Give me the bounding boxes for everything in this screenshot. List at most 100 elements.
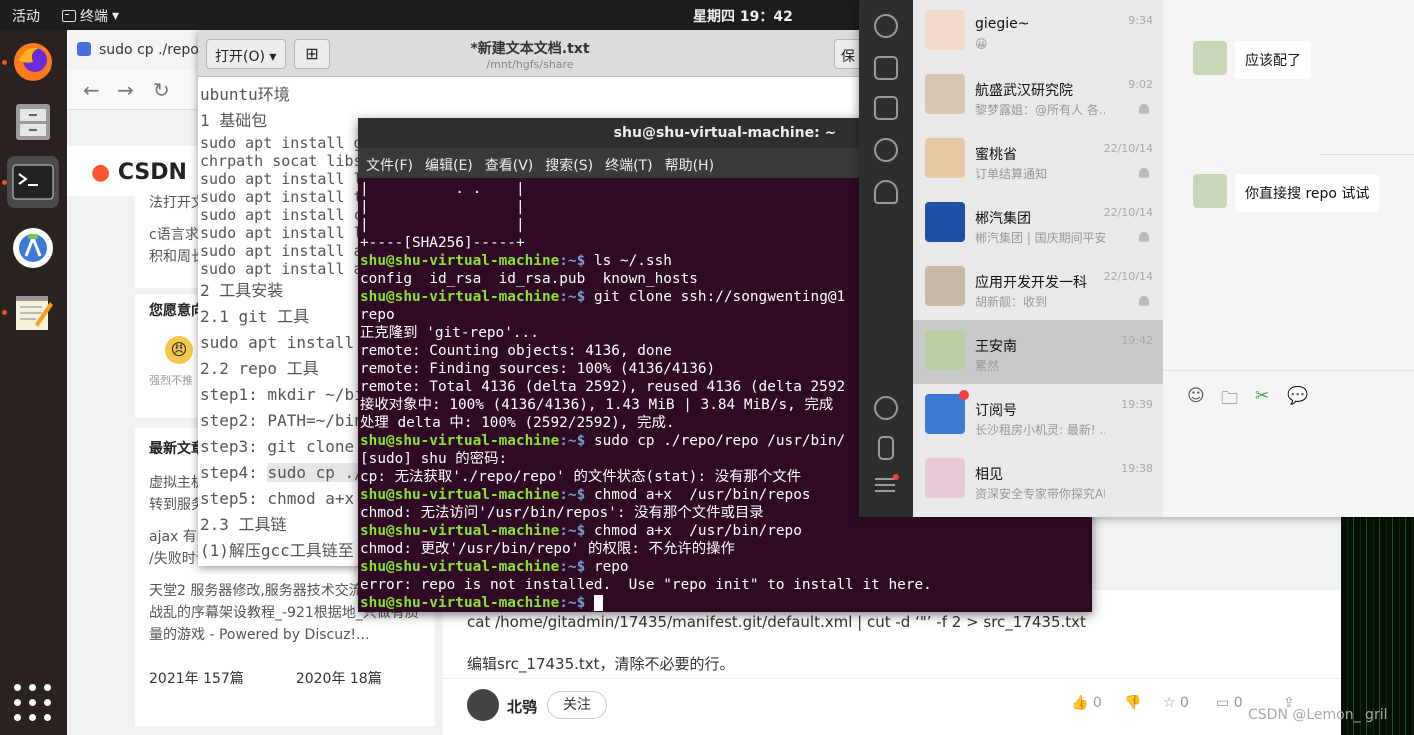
- file-cabinet-icon: [16, 104, 50, 140]
- folder-icon[interactable]: [874, 96, 898, 120]
- scissors-icon[interactable]: ✂: [1255, 386, 1269, 406]
- chat-bubble-icon[interactable]: 💬: [1287, 386, 1308, 406]
- avatar[interactable]: [467, 689, 499, 721]
- running-indicator: [2, 180, 7, 185]
- chat-preview: 胡新靓：收到: [975, 295, 1048, 309]
- reload-icon[interactable]: ↻: [153, 78, 170, 102]
- mute-bell-icon: [1139, 168, 1149, 178]
- like-button[interactable]: 👍 0: [1071, 695, 1102, 711]
- editor-line: 2 工具安装: [200, 281, 284, 300]
- chat-item[interactable]: 订阅号 长沙租房小机灵: 最新! ... 19:39: [913, 384, 1163, 448]
- running-indicator: [2, 310, 7, 315]
- chat-name: 订阅号: [975, 403, 1017, 419]
- article-link[interactable]: 量的游戏 - Powered by Discuz!...: [149, 624, 435, 646]
- dock-terminal[interactable]: [2, 156, 59, 208]
- folder-icon[interactable]: 🗀: [1221, 386, 1238, 415]
- command-text: chmod a+x /usr/bin/repo: [593, 523, 802, 539]
- chat-item[interactable]: 航盛武汉研究院 黎梦露姐：@所有人 各... 9:02: [913, 64, 1163, 128]
- terminal-menu-item[interactable]: 文件(F): [366, 155, 413, 178]
- chat-time: 19:39: [1121, 398, 1153, 411]
- dock: [0, 30, 67, 735]
- cube-icon[interactable]: [874, 56, 898, 80]
- dock-files[interactable]: [7, 96, 59, 148]
- favorite-button[interactable]: ☆ 0: [1163, 695, 1189, 711]
- dislike-button[interactable]: 👎: [1124, 695, 1141, 711]
- terminal-menu-item[interactable]: 查看(V): [485, 155, 534, 178]
- chat-item[interactable]: 相见资深安全专家带你探究AP... 19:38: [913, 448, 1163, 512]
- chat-item[interactable]: 王安南 累然 19:42: [913, 320, 1163, 384]
- author-bar: 北鸮 关注 👍 0 👎 ☆ 0 ▭ 0 ⇪: [443, 678, 1343, 735]
- editor-line: sudo apt install l: [200, 224, 363, 242]
- terminal-output[interactable]: | . . | | | | | +----[SHA256]-----+ shu@shu-…: [360, 180, 932, 612]
- prompt-path: :~$: [559, 595, 594, 611]
- chat-item[interactable]: 郴汽集团 郴汽集团 | 国庆期间平安... 22/10/14: [913, 192, 1163, 256]
- forward-icon[interactable]: →: [117, 78, 134, 102]
- wechat-sidebar: [859, 0, 913, 517]
- editor-line: step4: sudo cp ./r: [200, 463, 374, 482]
- csdn-logo[interactable]: ● CSDN: [91, 160, 187, 185]
- running-indicator: [2, 60, 7, 65]
- chat-name: 应用开发开发一科: [975, 275, 1087, 291]
- emoji-icon[interactable]: ☺: [1187, 386, 1205, 406]
- prompt-path: :~$: [559, 433, 594, 449]
- editor-line: step2: PATH=~/bin:: [200, 411, 374, 430]
- editor-line: (1)解压gcc工具链至: [200, 541, 354, 560]
- archive-2021[interactable]: 2021年 157篇: [149, 668, 244, 688]
- output-line: remote: Total 4136 (delta 2592), reused …: [360, 379, 846, 395]
- command-text: git clone ssh://songwenting@1: [593, 289, 846, 305]
- back-icon[interactable]: ←: [83, 78, 100, 102]
- moments-icon[interactable]: [874, 138, 898, 162]
- browser-tab[interactable]: sudo cp ./repo: [67, 30, 207, 70]
- chat-preview: 资深安全专家带你探究AP...: [975, 487, 1105, 501]
- message-bubble[interactable]: 你直接搜 repo 试试: [1235, 174, 1380, 212]
- terminal-menu-item[interactable]: 搜索(S): [545, 155, 593, 178]
- wechat-window: giegie~ 😀 9:34 航盛武汉研究院 黎梦露姐：@所有人 各... 9:02 蜜桃省…: [859, 0, 1414, 517]
- output-line: | |: [360, 217, 525, 233]
- terminal-menu-item[interactable]: 帮助(H): [665, 155, 714, 178]
- chat-item[interactable]: giegie~ 😀 9:34: [913, 0, 1163, 64]
- avatar[interactable]: [1193, 174, 1227, 208]
- dock-text-editor[interactable]: [2, 286, 59, 338]
- channels-icon[interactable]: [874, 396, 898, 420]
- phone-icon[interactable]: [878, 436, 894, 460]
- author-name[interactable]: 北鸮: [507, 696, 537, 717]
- chat-item[interactable]: 应用开发开发一科 胡新靓：收到 22/10/14: [913, 256, 1163, 320]
- chat-item[interactable]: 蜜桃省 订单结算通知 22/10/14: [913, 128, 1163, 192]
- editor-text-area[interactable]: ubuntu环境 1 基础包 sudo apt install g chrpath s…: [200, 82, 374, 564]
- command-text: repo: [593, 559, 629, 575]
- document-title: *新建文本文档.txt: [470, 41, 590, 57]
- app-menu[interactable]: 终端 ▾: [62, 6, 119, 26]
- avatar: [925, 458, 965, 498]
- archive-2020[interactable]: 2020年 18篇: [296, 668, 382, 688]
- message-bubble[interactable]: 应该配了: [1235, 41, 1311, 79]
- output-line: chmod: 更改'/usr/bin/repo' 的权限: 不允许的操作: [360, 541, 735, 557]
- clock[interactable]: 星期四 19：42: [693, 6, 793, 26]
- dock-android-studio[interactable]: [7, 222, 59, 274]
- show-applications-button[interactable]: [14, 684, 52, 722]
- menu-icon[interactable]: [875, 474, 899, 492]
- editor-line: 1 基础包: [200, 111, 268, 130]
- angry-face-icon[interactable]: 😠: [165, 336, 193, 364]
- activities-button[interactable]: 活动: [12, 6, 40, 26]
- chat-time: 22/10/14: [1103, 206, 1153, 219]
- editor-line: sudo apt install a: [200, 242, 363, 260]
- comment-button[interactable]: ▭ 0: [1216, 695, 1243, 711]
- divider: [1319, 154, 1414, 155]
- follow-button[interactable]: 关注: [547, 691, 607, 719]
- terminal-menu-item[interactable]: 编辑(E): [425, 155, 473, 178]
- comment-count: 0: [1233, 695, 1243, 711]
- contacts-icon[interactable]: [874, 14, 898, 38]
- output-line: config id_rsa id_rsa.pub known_hosts: [360, 271, 698, 287]
- terminal-app-icon: [12, 164, 54, 200]
- avatar: [925, 266, 965, 306]
- chat-time: 9:34: [1128, 14, 1153, 27]
- editor-line: ubuntu环境: [200, 85, 290, 104]
- terminal-menu-item[interactable]: 终端(T): [605, 155, 652, 178]
- tab-title: sudo cp ./repo: [99, 42, 199, 58]
- chat-name: 王安南: [975, 339, 1017, 355]
- avatar[interactable]: [1193, 41, 1227, 75]
- mute-bell-icon: [1139, 232, 1149, 242]
- butterfly-icon[interactable]: [874, 180, 898, 204]
- dock-firefox[interactable]: [2, 36, 59, 88]
- watermark: CSDN @Lemon_ gril: [1248, 707, 1388, 723]
